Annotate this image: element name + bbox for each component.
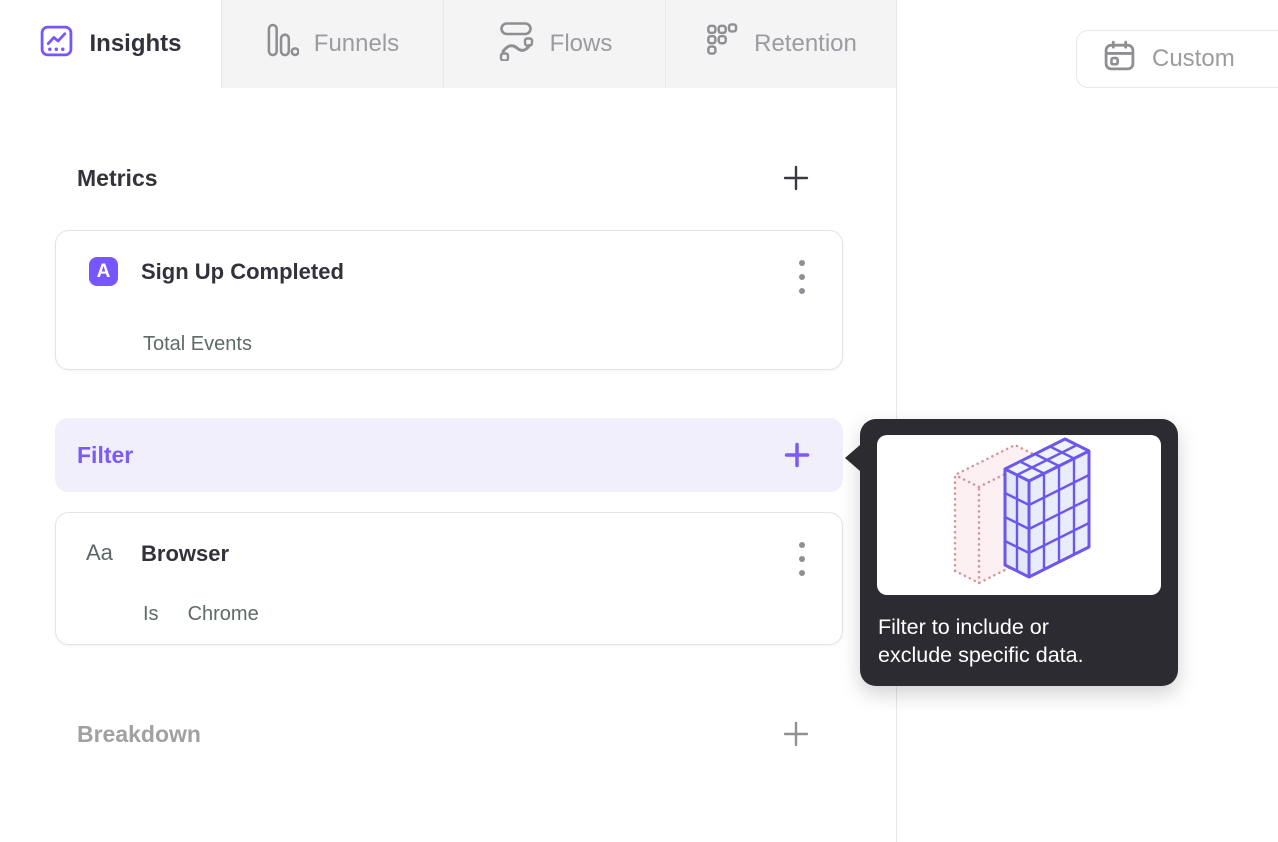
metrics-title: Metrics (77, 164, 158, 191)
tooltip-line-2: exclude specific data. (878, 643, 1084, 667)
filter-card-kebab-menu[interactable] (790, 537, 814, 581)
insights-chart-icon (39, 23, 74, 65)
add-filter-button[interactable] (783, 441, 811, 469)
custom-date-button[interactable]: Custom (1076, 30, 1278, 88)
filter-label: Filter (77, 441, 134, 468)
tab-insights[interactable]: Insights (0, 0, 221, 88)
filter-value[interactable]: Chrome (188, 603, 259, 625)
filter-card-browser[interactable]: Aa Browser Is Chrome (55, 512, 843, 645)
string-property-icon: Aa (86, 540, 113, 565)
breakdown-section-header: Breakdown (77, 710, 843, 758)
tooltip-line-1: Filter to include or (878, 615, 1049, 639)
tab-bar: Insights Funnels Flows Retention (0, 0, 897, 88)
tab-funnels-label: Funnels (313, 30, 400, 57)
add-metric-button[interactable] (781, 163, 811, 193)
filter-section-row[interactable]: Filter (55, 418, 843, 492)
tab-flows[interactable]: Flows (443, 0, 665, 88)
custom-date-label: Custom (1152, 45, 1235, 72)
flows-stream-icon (497, 20, 535, 68)
tab-insights-label: Insights (89, 30, 182, 57)
metrics-section-header: Metrics (77, 156, 843, 200)
metric-event-name: Sign Up Completed (141, 259, 344, 284)
breakdown-title: Breakdown (77, 720, 201, 747)
metric-aggregation[interactable]: Total Events (143, 333, 252, 356)
tab-retention[interactable]: Retention (665, 0, 897, 88)
tab-funnels[interactable]: Funnels (221, 0, 443, 88)
calendar-icon (1103, 39, 1136, 79)
metric-series-badge: A (89, 257, 118, 286)
retention-dots-icon (705, 21, 739, 67)
filter-cube-illustration (953, 437, 1091, 585)
metric-card-kebab-menu[interactable] (790, 255, 814, 299)
filter-operator[interactable]: Is (143, 603, 159, 625)
add-breakdown-button[interactable] (781, 719, 811, 749)
filter-condition: Is Chrome (143, 603, 259, 626)
tab-retention-label: Retention (754, 30, 857, 57)
funnels-bars-icon (266, 21, 300, 67)
tooltip-text: Filter to include or exclude specific da… (878, 613, 1160, 669)
tooltip-illustration (877, 435, 1161, 595)
tooltip-arrow (845, 445, 860, 471)
metric-card-sign-up-completed[interactable]: A Sign Up Completed Total Events (55, 230, 843, 370)
filter-tooltip: Filter to include or exclude specific da… (845, 419, 1178, 686)
tab-flows-label: Flows (549, 30, 613, 57)
filter-property-name: Browser (141, 541, 230, 566)
